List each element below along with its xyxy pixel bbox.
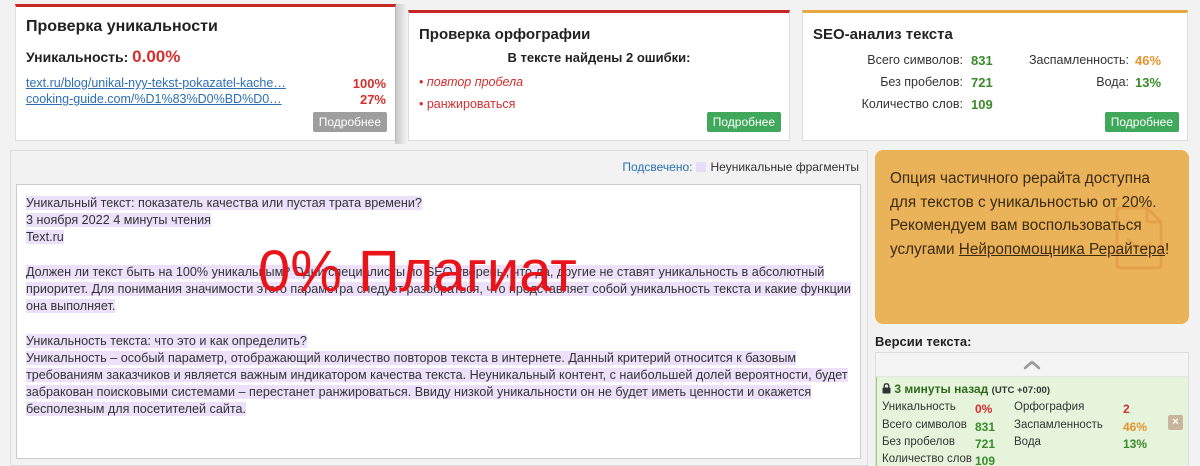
- text-line: 3 ноября 2022 4 минуты чтения: [26, 212, 851, 229]
- seo-no-spaces-label: Без пробелов:: [880, 75, 963, 89]
- seo-chars-value: 831: [971, 53, 993, 68]
- version-chars-value: 831: [975, 420, 996, 434]
- version-spell-value: 2: [1123, 402, 1130, 416]
- source-link[interactable]: text.ru/blog/unikal-nyy-tekst-pokazatel-…: [26, 76, 286, 90]
- version-spam-value: 46%: [1123, 420, 1148, 434]
- versions-title: Версии текста:: [875, 334, 972, 349]
- seo-spam-value: 46%: [1135, 53, 1162, 68]
- text-paragraph: Уникальный текст: показатель качества ил…: [26, 195, 851, 247]
- source-percent: 27%: [359, 92, 386, 107]
- text-line: Text.ru: [26, 229, 851, 246]
- rewriter-link[interactable]: Нейропомощника Рерайтера: [959, 241, 1165, 258]
- text-panel: Подсвечено: Неуникальные фрагменты Уникал…: [10, 150, 868, 466]
- uniqueness-line: Уникальность: 0.00%: [26, 47, 180, 67]
- uniqueness-value: 0.00%: [132, 47, 181, 66]
- version-chars-label: Всего символов: [882, 419, 967, 431]
- version-header: 3 минуты назад (UTC +07:00): [882, 382, 1050, 396]
- version-time: 3 минуты назад: [894, 382, 989, 396]
- version-water-label: Вода: [1014, 436, 1041, 448]
- card-shadow: [395, 4, 407, 144]
- seo-spam-label: Заспамленность:: [1028, 53, 1129, 67]
- spelling-error-text: повтор пробела: [426, 75, 524, 89]
- version-water-value: 13%: [1123, 437, 1148, 451]
- lock-icon: [882, 383, 891, 394]
- highlight-swatch: [696, 162, 707, 172]
- seo-title: SEO-анализ текста: [813, 26, 953, 43]
- rewrite-offer-card: Опция частичного рерайта доступна для те…: [875, 150, 1189, 324]
- seo-card: SEO-анализ текста Всего символов: 831 Бе…: [802, 10, 1188, 141]
- spelling-title: Проверка орфографии: [419, 26, 591, 43]
- text-line-content: Уникальный текст: показатель качества ил…: [26, 196, 422, 210]
- spelling-card: Проверка орфографии В тексте найдены 2 о…: [408, 10, 790, 141]
- text-paragraph: Уникальность текста: что это и как опред…: [26, 333, 851, 419]
- version-uniq-label: Уникальность: [882, 401, 956, 413]
- uniqueness-more-button[interactable]: Подробнее: [312, 112, 387, 132]
- version-no-spaces-value: 721: [975, 437, 996, 451]
- version-spell-label: Орфография: [1014, 401, 1085, 413]
- text-paragraph: Должен ли текст быть на 100% уникальным?…: [26, 264, 851, 316]
- chevron-up-icon: [1023, 360, 1041, 369]
- uniqueness-title: Проверка уникальности: [26, 18, 218, 35]
- text-line-content: 3 ноября 2022 4 минуты чтения: [26, 213, 211, 228]
- seo-words-label: Количество слов:: [861, 97, 963, 111]
- text-line: Уникальный текст: показатель качества ил…: [26, 195, 851, 212]
- version-uniq-value: 0%: [975, 402, 993, 416]
- versions-scroll-up-button[interactable]: [876, 353, 1188, 377]
- seo-words-value: 109: [971, 97, 993, 112]
- spelling-error-item[interactable]: • повтор пробела: [419, 75, 523, 89]
- seo-more-button[interactable]: Подробнее: [1104, 112, 1179, 132]
- text-line: Уникальность – особый параметр, отобража…: [26, 350, 851, 419]
- highlight-legend: Подсвечено: Неуникальные фрагменты: [622, 160, 859, 174]
- rewrite-offer-text: Опция частичного рерайта доступна для те…: [890, 167, 1180, 261]
- text-line-content: Должен ли текст быть на 100% уникальным?…: [26, 264, 851, 314]
- version-close-area: ×: [1163, 377, 1188, 466]
- spelling-subtitle: В тексте найдены 2 ошибки:: [507, 50, 691, 65]
- uniqueness-card: Проверка уникальности Уникальность: 0.00…: [15, 4, 407, 144]
- rewrite-offer-tail: !: [1165, 240, 1170, 258]
- version-item[interactable]: 3 минуты назад (UTC +07:00) Уникальность…: [876, 377, 1165, 466]
- seo-no-spaces-value: 721: [971, 75, 993, 90]
- highlight-legend-label: Неуникальные фрагменты: [710, 160, 859, 174]
- seo-water-value: 13%: [1135, 75, 1162, 90]
- version-no-spaces-label: Без пробелов: [882, 436, 955, 448]
- spelling-error-text: ранжироваться: [426, 97, 516, 111]
- version-timezone: (UTC +07:00): [991, 385, 1050, 396]
- version-words-value: 109: [975, 454, 996, 466]
- checked-text-area[interactable]: Уникальный текст: показатель качества ил…: [16, 184, 861, 459]
- text-line-content: Text.ru: [26, 230, 64, 245]
- highlight-toggle-link[interactable]: Подсвечено:: [622, 160, 692, 174]
- text-line-content: Уникальность текста: что это и как опред…: [26, 333, 307, 348]
- uniqueness-label: Уникальность:: [26, 49, 129, 65]
- text-line-content: Уникальность – особый параметр, отобража…: [26, 350, 848, 417]
- version-words-label: Количество слов: [882, 453, 973, 465]
- spelling-error-item[interactable]: • ранжироваться: [419, 97, 515, 111]
- source-link[interactable]: cooking-guide.com/%D1%83%D0%BD%D0…: [26, 92, 286, 106]
- seo-water-label: Вода:: [1096, 75, 1129, 89]
- versions-panel: 3 минуты назад (UTC +07:00) Уникальность…: [875, 352, 1189, 466]
- text-line: Уникальность текста: что это и как опред…: [26, 333, 851, 350]
- version-spam-label: Заспамленность: [1014, 419, 1103, 431]
- close-icon[interactable]: ×: [1168, 414, 1183, 430]
- source-percent: 100%: [352, 76, 386, 91]
- spelling-more-button[interactable]: Подробнее: [706, 112, 781, 132]
- seo-chars-label: Всего символов:: [867, 53, 963, 67]
